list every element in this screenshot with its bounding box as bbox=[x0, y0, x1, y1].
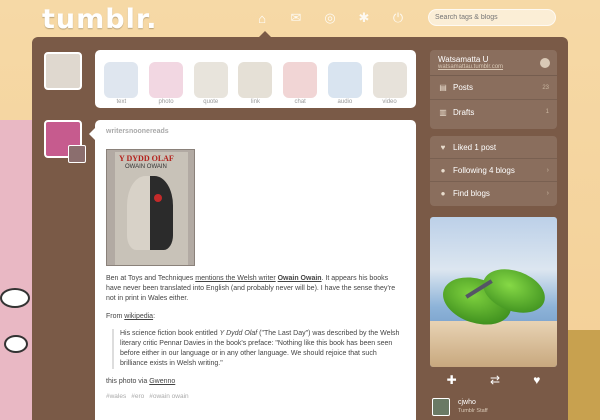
wikipedia-link[interactable]: wikipedia bbox=[124, 313, 153, 320]
sidebar-item-count: 1 bbox=[545, 109, 549, 115]
sidebar-blog-name[interactable]: Watsamatta U bbox=[438, 55, 549, 64]
recommended-blog-info: cjwho Tumblr Staff bbox=[458, 399, 488, 415]
video-icon bbox=[372, 62, 407, 98]
posts-icon: ▤ bbox=[439, 83, 447, 92]
post-type-audio[interactable]: audio bbox=[325, 62, 365, 105]
sidebar-item-posts[interactable]: ▤ Posts 23 bbox=[430, 76, 557, 100]
post-body-text: this photo via bbox=[106, 378, 150, 385]
credit-link[interactable]: Gwenno bbox=[149, 378, 175, 385]
chevron-right-icon: › bbox=[546, 166, 549, 174]
post-tags: #wales #ero #owain owain bbox=[106, 393, 405, 400]
post-type-label: video bbox=[382, 99, 397, 105]
sidebar-item-likes[interactable]: ♥ Liked 1 post bbox=[430, 136, 557, 159]
sidebar-item-label: Drafts bbox=[453, 107, 475, 117]
mail-icon[interactable]: ✉ bbox=[284, 8, 308, 28]
tag[interactable]: #wales bbox=[106, 393, 126, 400]
sidebar-item-label: Following 4 blogs bbox=[453, 165, 515, 175]
recommended-blog-name[interactable]: cjwho bbox=[458, 399, 488, 407]
post-quote: His science fiction book entitled Y Dydd… bbox=[112, 329, 405, 369]
wallpaper-shape bbox=[0, 120, 34, 420]
post-card: writersnoonereads Y DYDD OLAF OWAIN OWAI… bbox=[95, 120, 416, 420]
recommended-blog-subtitle: Tumblr Staff bbox=[458, 408, 488, 414]
search-box[interactable] bbox=[428, 9, 556, 26]
post-body-text: : bbox=[153, 313, 156, 320]
compass-icon[interactable]: ◎ bbox=[318, 8, 342, 28]
post-type-quote[interactable]: quote bbox=[191, 62, 231, 105]
radar-photo[interactable] bbox=[430, 217, 557, 367]
book-cover-face bbox=[127, 176, 173, 250]
post-blog-name[interactable]: writersnoonereads bbox=[106, 128, 405, 135]
post-source-line: From wikipedia: bbox=[106, 312, 405, 322]
post-body-text: From bbox=[106, 313, 125, 320]
quote-title: Y Dydd Olaf bbox=[219, 330, 258, 337]
avatar[interactable] bbox=[432, 398, 450, 416]
tag[interactable]: #owain owain bbox=[149, 393, 188, 400]
photo-credit: this photo via Gwenno bbox=[106, 377, 405, 387]
post-type-link[interactable]: link bbox=[235, 62, 275, 105]
post-link[interactable]: Owain Owain bbox=[278, 275, 322, 282]
tag[interactable]: #ero bbox=[131, 393, 144, 400]
post-type-label: audio bbox=[337, 99, 353, 105]
post-type-chat[interactable]: chat bbox=[280, 62, 320, 105]
photo-icon bbox=[149, 62, 184, 98]
sidebar-item-label: Liked 1 post bbox=[453, 142, 497, 152]
wallpaper-shape bbox=[4, 335, 28, 353]
recommended-blog[interactable]: cjwho Tumblr Staff bbox=[430, 394, 557, 420]
post-link[interactable]: mentions the Welsh writer bbox=[195, 275, 275, 282]
find-blogs-icon: ● bbox=[440, 189, 446, 198]
post-body: Ben at Toys and Techniques mentions the … bbox=[106, 274, 405, 304]
post-type-label: quote bbox=[203, 99, 219, 105]
post-type-label: photo bbox=[158, 99, 174, 105]
book-cover-title: Y DYDD OLAF bbox=[119, 154, 174, 163]
post-type-text[interactable]: text bbox=[101, 62, 141, 105]
link-icon bbox=[238, 62, 273, 98]
gear-icon[interactable] bbox=[540, 58, 550, 68]
home-icon[interactable]: ⌂ bbox=[250, 8, 274, 28]
post-type-label: link bbox=[250, 99, 260, 105]
sidebar-item-following[interactable]: ● Following 4 blogs › bbox=[430, 159, 557, 182]
gear-icon[interactable]: ✱ bbox=[352, 8, 376, 28]
sidebar-item-label: Find blogs bbox=[453, 189, 490, 198]
wallpaper-shape bbox=[0, 288, 30, 308]
radar-photo-sand bbox=[430, 321, 557, 367]
post-type-video[interactable]: video bbox=[370, 62, 410, 105]
sidebar-account-panel: ♥ Liked 1 post ● Following 4 blogs › ● F… bbox=[430, 136, 557, 206]
sidebar-item-label: Posts bbox=[453, 83, 474, 92]
user-avatar[interactable] bbox=[44, 52, 82, 90]
drafts-icon: ▥ bbox=[439, 107, 447, 117]
text-icon bbox=[104, 62, 139, 98]
sidebar-item-drafts[interactable]: ▥ Drafts 1 bbox=[430, 100, 557, 124]
sidebar-blog-panel: Watsamatta U watsamattau.tumblr.com ▤ Po… bbox=[430, 50, 557, 129]
post-type-label: chat bbox=[294, 99, 306, 105]
reblog-icon[interactable]: ⇄ bbox=[490, 373, 500, 387]
post-body-text: Ben at Toys and Techniques bbox=[106, 275, 196, 282]
top-nav: ⌂ ✉ ◎ ✱ ⏻ bbox=[250, 8, 410, 28]
sidebar-item-count: 23 bbox=[542, 84, 549, 91]
book-cover-author: OWAIN OWAIN bbox=[125, 164, 167, 170]
chevron-right-icon: › bbox=[546, 190, 549, 197]
plus-icon[interactable]: ✚ bbox=[447, 373, 457, 387]
quote-text: His science fiction book entitled bbox=[120, 330, 220, 337]
sidebar-blog-url[interactable]: watsamattau.tumblr.com bbox=[438, 64, 549, 70]
post-photo[interactable]: Y DYDD OLAF OWAIN OWAIN bbox=[106, 149, 195, 266]
chat-icon bbox=[283, 62, 318, 98]
top-bar: tumblr. ⌂ ✉ ◎ ✱ ⏻ bbox=[0, 0, 600, 36]
search-input[interactable] bbox=[435, 14, 545, 21]
post-type-label: text bbox=[116, 99, 127, 105]
quote-icon bbox=[193, 62, 228, 98]
power-icon[interactable]: ⏻ bbox=[386, 8, 410, 28]
post-type-photo[interactable]: photo bbox=[146, 62, 186, 105]
reblog-source-avatar[interactable] bbox=[68, 145, 86, 163]
tumblr-logo[interactable]: tumblr. bbox=[42, 4, 158, 35]
book-cover-eye bbox=[154, 194, 162, 202]
heart-icon[interactable]: ♥ bbox=[533, 373, 540, 387]
radar-actions: ✚ ⇄ ♥ bbox=[430, 367, 557, 393]
sidebar-item-find-blogs[interactable]: ● Find blogs › bbox=[430, 182, 557, 205]
heart-icon: ♥ bbox=[440, 142, 446, 152]
post-type-bar: text photo quote link chat audio video bbox=[95, 50, 416, 108]
person-icon: ● bbox=[440, 165, 446, 175]
audio-icon bbox=[327, 62, 362, 98]
sidebar-blog-header[interactable]: Watsamatta U watsamattau.tumblr.com bbox=[430, 50, 557, 76]
